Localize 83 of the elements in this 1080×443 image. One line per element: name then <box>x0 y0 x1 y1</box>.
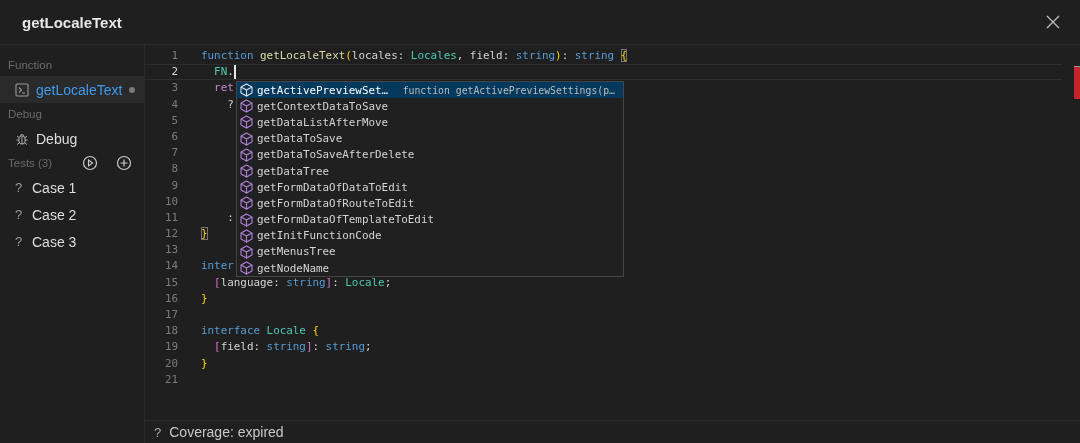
cube-icon <box>240 228 253 243</box>
suggestion-item[interactable]: getFormDataOfRouteToEdit <box>237 195 623 212</box>
cube-icon <box>240 131 253 146</box>
cube-icon <box>240 180 253 195</box>
code-line: : <box>226 209 234 226</box>
sidebar-item[interactable]: ? Case 3 <box>0 228 144 255</box>
scrollbar-marker <box>1074 66 1080 99</box>
code-line: } <box>201 290 208 307</box>
cube-icon <box>240 83 253 98</box>
suggestion-item[interactable]: getContextDataToSave <box>237 98 623 115</box>
line-number: 14 <box>163 258 178 275</box>
line-number: 21 <box>163 371 178 388</box>
line-number: 7 <box>170 145 178 162</box>
line-number: 1 <box>170 48 178 64</box>
suggestion-item[interactable]: getDataTree <box>237 162 623 180</box>
cube-icon <box>240 196 253 211</box>
suggestion-item[interactable]: getFormDataOfTemplateToEdit <box>237 211 623 228</box>
line-number: 18 <box>163 323 178 340</box>
cube-icon <box>240 99 253 114</box>
cube-icon <box>240 212 253 227</box>
cube-icon <box>240 244 253 259</box>
code-line: ret <box>213 80 234 97</box>
line-number: 9 <box>170 177 178 194</box>
line-number: 10 <box>163 193 178 210</box>
question-icon: ? <box>15 234 25 249</box>
add-icon[interactable] <box>116 155 132 171</box>
code-line: [field: string]: string; <box>213 339 372 356</box>
item-label: Case 1 <box>32 179 78 196</box>
code-line: } <box>201 226 208 243</box>
line-number: 15 <box>163 274 178 291</box>
suggestion-item[interactable]: getActivePreviewSet… function getActivePreviewSettings(p… <box>237 82 623 99</box>
line-number: 20 <box>163 355 178 372</box>
cube-icon <box>240 164 253 179</box>
line-number: 6 <box>170 128 178 145</box>
line-number: 8 <box>170 161 178 178</box>
code-line: FN. <box>213 65 234 80</box>
cube-icon <box>240 115 253 130</box>
close-icon[interactable] <box>1046 15 1060 29</box>
code-line: inter <box>201 258 234 275</box>
item-label: Case 2 <box>32 206 78 223</box>
line-number: 11 <box>163 209 178 226</box>
cube-icon <box>240 261 253 276</box>
text-cursor <box>233 65 236 80</box>
line-number: 12 <box>163 226 178 243</box>
suggestion-item[interactable]: getDataListAfterMove <box>237 114 623 131</box>
run-icon[interactable] <box>82 155 98 171</box>
line-number: 4 <box>170 96 178 113</box>
line-number: 5 <box>170 112 178 129</box>
section-heading: Tests (3) <box>8 157 53 169</box>
question-icon: ? <box>15 180 25 195</box>
cube-icon <box>240 147 253 162</box>
sidebar-item[interactable]: ? Case 2 <box>0 201 144 228</box>
code-line: [language: string]: Locale; <box>213 274 392 291</box>
window-title: getLocaleText <box>22 13 122 31</box>
item-label: Case 3 <box>32 233 78 250</box>
code-line: function getLocaleText(locales: Locales, field: string): string { <box>201 48 628 64</box>
suggestion-item[interactable]: getFormDataOfDataToEdit <box>237 179 623 196</box>
line-number: 16 <box>163 290 178 307</box>
item-label: Debug <box>36 130 79 147</box>
item-label: getLocaleText <box>36 81 123 98</box>
status-icon: ? <box>154 424 162 440</box>
suggestion-item[interactable]: getDataToSaveAfterDelete <box>237 146 623 163</box>
line-number: 13 <box>163 242 178 259</box>
line-number: 19 <box>163 339 178 356</box>
bug-icon <box>15 131 29 146</box>
code-line: } <box>201 355 208 372</box>
code-line: interface Locale { <box>201 323 320 340</box>
line-number: 2 <box>170 65 178 80</box>
line-number: 17 <box>163 307 178 323</box>
suggestion-item[interactable]: getNodeName <box>237 260 623 277</box>
suggestion-item[interactable]: getDataToSave <box>237 130 623 147</box>
suggestion-item[interactable]: getInitFunctionCode <box>237 227 623 244</box>
section-heading: Function <box>8 59 53 71</box>
sidebar-item[interactable]: getLocaleText <box>0 76 144 103</box>
coverage-status: Coverage: expired <box>169 424 284 440</box>
sidebar-item[interactable]: ? Case 1 <box>0 174 144 201</box>
section-heading: Debug <box>8 108 42 120</box>
line-number: 3 <box>170 80 178 97</box>
sidebar-item[interactable]: Debug <box>0 125 144 152</box>
question-icon: ? <box>15 207 25 222</box>
terminal-icon <box>15 82 29 97</box>
suggestion-item[interactable]: getMenusTree <box>237 243 623 261</box>
code-line: ? <box>226 96 234 113</box>
